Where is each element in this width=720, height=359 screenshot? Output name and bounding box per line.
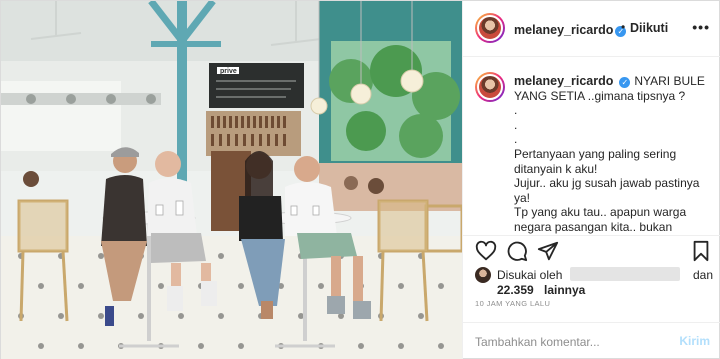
share-icon[interactable] [537,240,559,262]
likes-others[interactable]: lainnya [544,283,585,298]
instagram-post: prive melaney_ricardo ✓ • Diikuti ••• mel… [0,0,720,359]
bookmark-icon[interactable] [690,240,712,262]
caption-username[interactable]: melaney_ricardo [514,74,613,88]
caption-body: NYARI BULE YANG SETIA ..gimana tipsnya ?… [514,74,705,234]
caption-text: melaney_ricardo ✓ NYARI BULE YANG SETIA ..… [514,74,714,234]
header-username[interactable]: melaney_ricardo [514,23,613,37]
caption-avatar[interactable] [475,72,505,102]
comment-bar: Kirim [463,322,720,359]
header-avatar[interactable] [475,13,505,43]
post-timestamp[interactable]: 10 JAM YANG LALU [475,299,550,308]
more-options-icon[interactable]: ••• [692,19,710,35]
menu-board-text: prive [220,68,237,75]
caption-verified-badge-icon: ✓ [619,77,631,88]
liker-avatar[interactable] [475,267,491,283]
comment-input[interactable] [475,333,665,351]
liker-name-redacted [570,267,680,281]
cafe-scene-image: prive [1,1,462,359]
post-comment-button[interactable]: Kirim [679,334,710,348]
comment-icon[interactable] [506,240,528,262]
post-side-panel: melaney_ricardo ✓ • Diikuti ••• melaney_r… [462,1,720,359]
post-header: melaney_ricardo ✓ • Diikuti ••• [463,1,720,57]
caption-area: melaney_ricardo ✓ NYARI BULE YANG SETIA ..… [463,58,720,234]
follow-status-button[interactable]: Diikuti [630,21,668,35]
likes-and: dan [693,268,714,282]
post-photo[interactable]: prive [1,1,462,359]
heart-icon[interactable] [475,240,497,262]
action-bar [463,235,720,265]
header-separator: • [621,20,626,34]
likes-prefix: Disukai oleh [497,268,563,282]
likes-count[interactable]: 22.359 [497,283,534,298]
